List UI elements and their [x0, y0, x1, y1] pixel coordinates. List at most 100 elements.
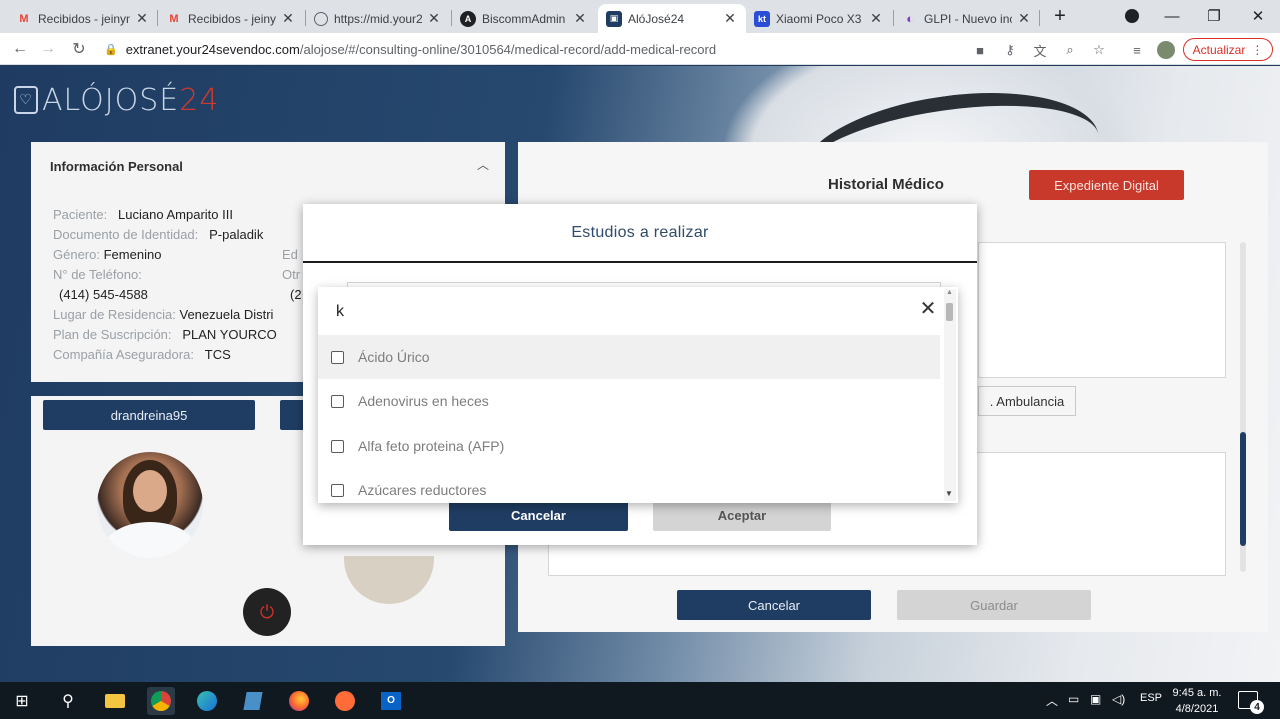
browser-tab[interactable]: kt Xiaomi Poco X3 N ✕: [746, 4, 892, 33]
windows-start-icon[interactable]: ⊞: [8, 687, 36, 715]
reload-icon[interactable]: ↻: [68, 38, 90, 60]
close-tab-icon[interactable]: ✕: [572, 10, 588, 27]
notes-app-icon[interactable]: [239, 687, 267, 715]
gmail-icon: M: [19, 12, 29, 25]
heart-phone-icon: ♡: [14, 86, 38, 114]
taskbar-clock[interactable]: 9:45 a. m. 4/8/2021: [1168, 685, 1226, 717]
profile-menu-icon[interactable]: [1112, 4, 1152, 28]
phone2-value: (2: [290, 287, 302, 302]
search-icon[interactable]: ⚲: [54, 687, 82, 715]
address-bar: ← → ↻ 🔒 extranet.your24sevendoc.com/aloj…: [0, 33, 1280, 65]
firefox-icon[interactable]: [285, 687, 313, 715]
scroll-down-icon[interactable]: ▼: [945, 489, 953, 498]
digital-record-button[interactable]: Expediente Digital: [1029, 170, 1184, 200]
chrome-icon[interactable]: [147, 687, 175, 715]
doctor-username-button[interactable]: drandreina95: [43, 400, 255, 430]
dropdown-search-input[interactable]: [336, 299, 896, 325]
dropdown-search: ✕: [318, 287, 944, 337]
document-line: Documento de Identidad: P-paladik: [53, 227, 264, 242]
residence-line: Lugar de Residencia: Venezuela Distri: [53, 307, 274, 322]
age-label: Ed: [282, 247, 298, 262]
maximize-icon[interactable]: ❐: [1194, 4, 1234, 28]
insurer-line: Compañía Aseguradora: TCS: [53, 347, 231, 362]
plan-line: Plan de Suscripción: PLAN YOURCO: [53, 327, 277, 342]
edge-icon[interactable]: [193, 687, 221, 715]
study-option[interactable]: Ácido Úrico: [318, 335, 940, 379]
close-tab-icon[interactable]: ✕: [868, 10, 884, 27]
browser-tab[interactable]: M Recibidos - jeinyn ✕: [8, 4, 158, 33]
bookmark-star-icon[interactable]: ☆: [1089, 40, 1109, 60]
back-icon[interactable]: ←: [9, 38, 31, 60]
modal-title: Estudios a realizar: [571, 224, 709, 241]
notes-textarea[interactable]: [978, 242, 1226, 378]
tray-chevron-icon[interactable]: ︿: [1046, 692, 1058, 709]
study-option[interactable]: Adenovirus en heces: [318, 379, 940, 423]
studies-dropdown: ✕ Ácido Úrico Adenovirus en heces Alfa f…: [318, 287, 958, 503]
reading-list-icon[interactable]: ≡: [1127, 40, 1147, 60]
app-logo[interactable]: ♡ ALÓJOSÉ 24: [14, 82, 219, 118]
study-option[interactable]: Azúcares reductores: [318, 468, 940, 503]
medical-record-title: Historial Médico: [828, 176, 944, 193]
outlook-icon[interactable]: O: [377, 687, 405, 715]
translate-icon[interactable]: 文: [1030, 40, 1050, 60]
clear-search-icon[interactable]: ✕: [916, 296, 940, 320]
record-cancel-button[interactable]: Cancelar: [677, 590, 871, 620]
checkbox-icon[interactable]: [331, 350, 344, 364]
key-icon[interactable]: ⚷: [1000, 40, 1020, 60]
globe-icon: [314, 11, 328, 26]
modal-cancel-button[interactable]: Cancelar: [449, 500, 628, 531]
patient-line: Paciente: Luciano Amparito III: [53, 207, 233, 222]
doctor-avatar: [97, 452, 203, 558]
modal-accept-button[interactable]: Aceptar: [653, 500, 831, 531]
checkbox-icon[interactable]: [331, 439, 344, 453]
record-save-button[interactable]: Guardar: [897, 590, 1091, 620]
battery-icon[interactable]: ▭: [1068, 692, 1079, 706]
browser-tab[interactable]: A BiscommAdmin ✕: [452, 4, 596, 33]
volume-icon[interactable]: ◁): [1112, 692, 1125, 706]
scrollbar-thumb[interactable]: [1240, 432, 1246, 546]
language-indicator[interactable]: ESP: [1140, 692, 1162, 704]
postman-icon[interactable]: [331, 687, 359, 715]
close-tab-icon[interactable]: ✕: [1016, 10, 1032, 27]
power-icon[interactable]: ⏻: [243, 588, 291, 636]
notification-center-icon[interactable]: 4: [1238, 691, 1264, 714]
dropdown-scrollbar[interactable]: ▲ ▼: [944, 289, 956, 501]
camera-icon[interactable]: ■: [970, 40, 990, 60]
close-window-icon[interactable]: ✕: [1238, 4, 1278, 28]
kt-icon: kt: [754, 10, 770, 27]
other-label: Otr: [282, 267, 301, 282]
windows-taskbar: ⊞ ⚲ O ︿ ▭ ▣ ◁) ESP 9:45 a. m. 4/8/2021 4: [0, 682, 1280, 719]
file-explorer-icon[interactable]: [101, 687, 129, 715]
checkbox-icon[interactable]: [331, 394, 344, 408]
ambulance-button[interactable]: . Ambulancia: [978, 386, 1076, 416]
gmail-icon: M: [169, 12, 179, 25]
browser-tab[interactable]: ◐ GLPI - Nuevo inc ✕: [894, 4, 1040, 33]
modal-divider: [303, 261, 977, 263]
close-tab-icon[interactable]: ✕: [722, 10, 738, 27]
close-tab-icon[interactable]: ✕: [134, 10, 150, 27]
checkbox-icon[interactable]: [331, 483, 344, 497]
study-option[interactable]: Alfa feto proteina (AFP): [318, 424, 940, 468]
update-button[interactable]: Actualizar ⋮: [1183, 38, 1273, 61]
new-tab-button[interactable]: +: [1040, 4, 1080, 28]
avatar-icon[interactable]: [1156, 40, 1176, 60]
network-icon[interactable]: ▣: [1090, 692, 1101, 706]
alojose-icon: ▣: [606, 10, 622, 27]
browser-tab[interactable]: M Recibidos - jeinyg ✕: [158, 4, 304, 33]
close-tab-icon[interactable]: ✕: [280, 10, 296, 27]
browser-tab-bar: M Recibidos - jeinyn ✕ M Recibidos - jei…: [0, 0, 1280, 33]
gender-line: Género: Femenino: [53, 247, 162, 262]
browser-tab[interactable]: https://mid.your2 ✕: [306, 4, 450, 33]
dropdown-scroll-thumb[interactable]: [946, 303, 953, 321]
zoom-icon[interactable]: ⌕: [1060, 40, 1080, 60]
forward-icon[interactable]: →: [37, 38, 59, 60]
scroll-up-icon[interactable]: ▲: [946, 289, 953, 296]
personal-info-title: Información Personal: [50, 159, 183, 174]
minimize-icon[interactable]: —: [1152, 4, 1192, 28]
chevron-up-icon[interactable]: ︿: [477, 156, 489, 173]
angular-icon: A: [460, 10, 476, 27]
close-tab-icon[interactable]: ✕: [426, 10, 442, 27]
phone-label: N° de Teléfono:: [53, 267, 142, 282]
url-field[interactable]: 🔒 extranet.your24sevendoc.com/alojose/#/…: [104, 36, 1104, 62]
browser-tab-active[interactable]: ▣ AlóJosé24 ✕: [598, 4, 746, 33]
